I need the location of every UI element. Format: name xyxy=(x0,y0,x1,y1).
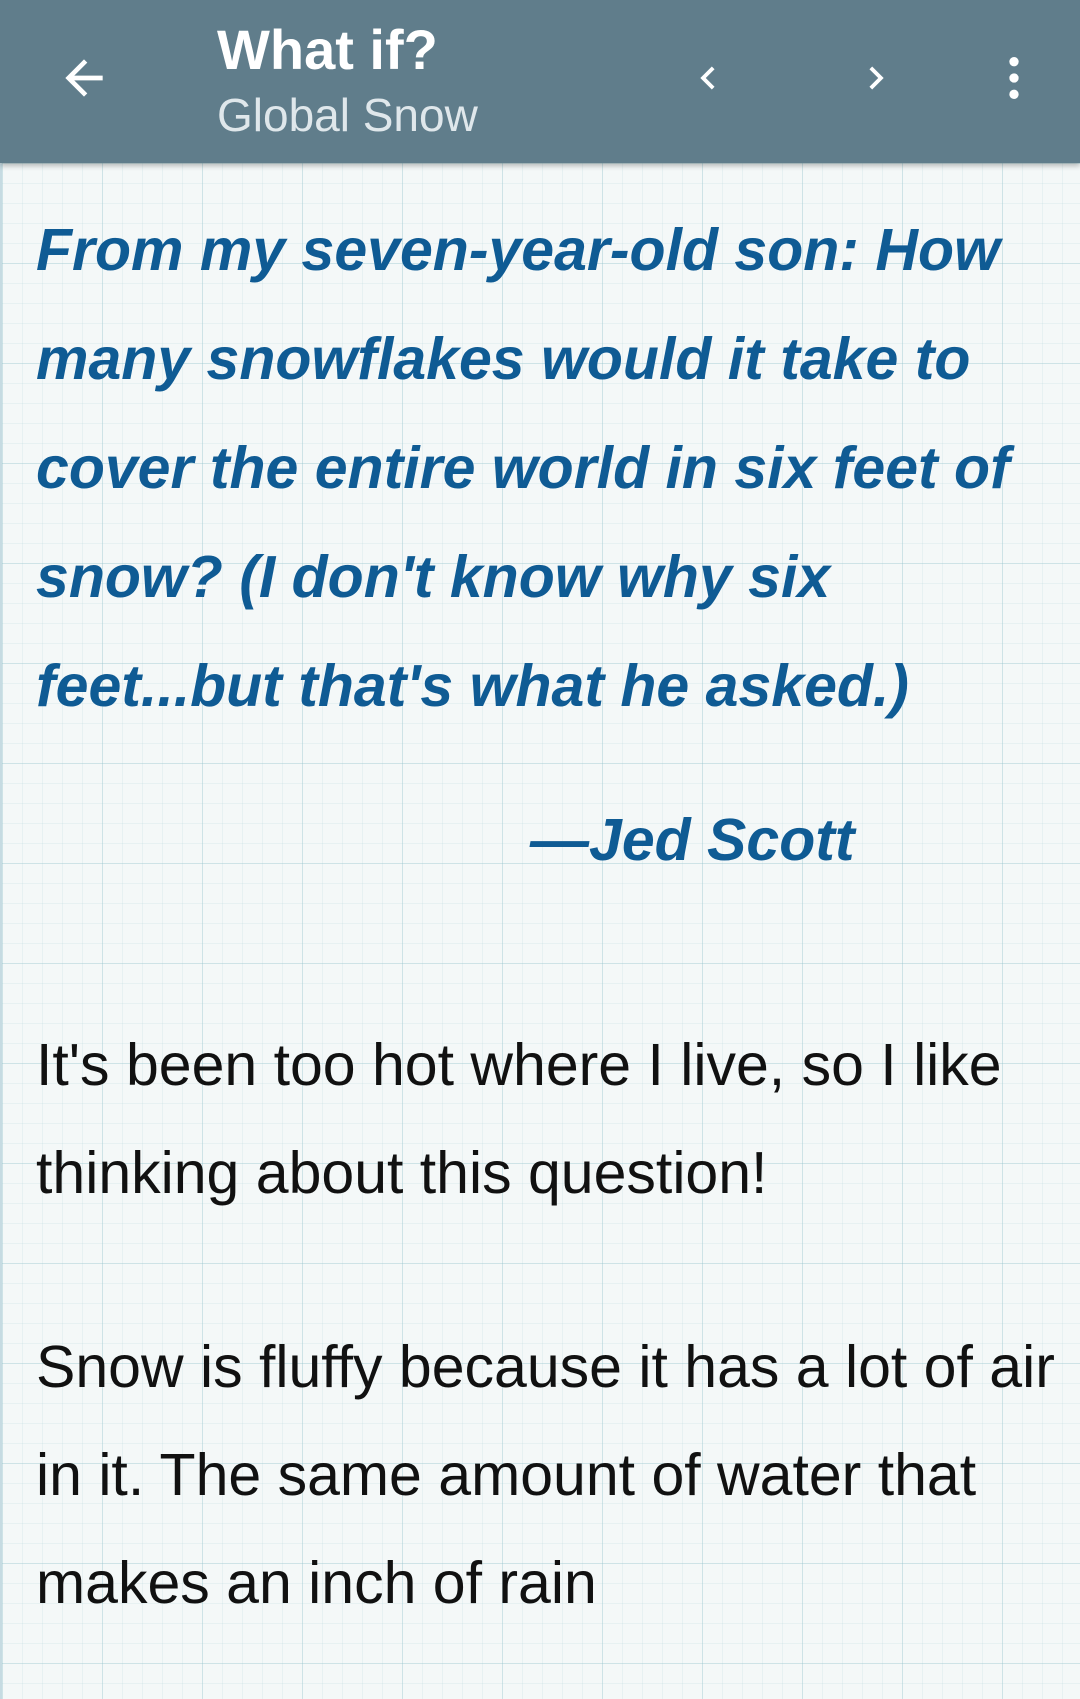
chevron-right-icon xyxy=(869,66,884,90)
arrow-left-icon xyxy=(65,59,103,97)
back-button[interactable] xyxy=(34,28,134,128)
overflow-menu-button[interactable] xyxy=(964,28,1064,128)
article-paragraph: It's been too hot where I live, so I lik… xyxy=(36,1032,1002,1206)
next-article-button[interactable] xyxy=(826,28,926,128)
app-title: What if? xyxy=(217,18,438,81)
reader-question: From my seven-year-old son: How many sno… xyxy=(36,217,1010,719)
article-paragraph: Snow is fluffy because it has a lot of a… xyxy=(36,1334,1055,1616)
article-body[interactable]: From my seven-year-old son: How many sno… xyxy=(0,163,1080,1699)
article-subtitle: Global Snow xyxy=(217,89,478,141)
title-block: What if? Global Snow xyxy=(217,18,478,144)
previous-article-button[interactable] xyxy=(658,28,758,128)
chevron-left-icon xyxy=(700,66,715,90)
app-bar: What if? Global Snow xyxy=(0,0,1080,163)
more-vertical-icon xyxy=(1009,57,1019,99)
question-attribution: —Jed Scott xyxy=(530,807,855,873)
